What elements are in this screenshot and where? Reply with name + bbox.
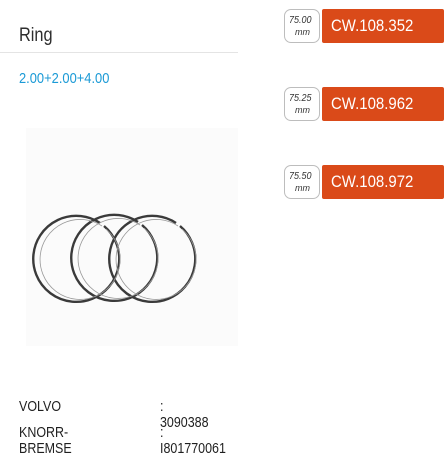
size-unit: mm (295, 27, 310, 37)
size-value: 75.50 (289, 171, 312, 182)
product-code: CW.108.352 (331, 16, 414, 35)
ring-middle (70, 213, 159, 302)
reference-name: VOLVO (19, 399, 62, 415)
reference-number: : I801770061 (160, 425, 226, 457)
product-spec: 2.00+2.00+4.00 (19, 70, 110, 87)
product-code-button[interactable]: CW.108.352 (322, 9, 444, 43)
size-tag: 75.00 mm (284, 9, 320, 43)
size-unit: mm (295, 183, 310, 193)
size-value: 75.25 (289, 93, 312, 104)
product-code: CW.108.972 (331, 172, 414, 191)
product-code-button[interactable]: CW.108.972 (322, 165, 444, 199)
reference-name: KNORR-BREMSE (19, 425, 72, 457)
product-code: CW.108.962 (331, 94, 414, 113)
variant-row[interactable]: 75.25 mm CW.108.962 (284, 87, 446, 121)
ring-right (108, 214, 197, 303)
product-code-button[interactable]: CW.108.962 (322, 87, 444, 121)
size-tag: 75.50 mm (284, 165, 320, 199)
piston-rings-illustration (32, 213, 197, 303)
size-value: 75.00 (289, 15, 312, 26)
product-title-box: Ring (0, 0, 238, 53)
variant-row[interactable]: 75.00 mm CW.108.352 (284, 9, 446, 43)
size-unit: mm (295, 105, 310, 115)
size-tag: 75.25 mm (284, 87, 320, 121)
variant-row[interactable]: 75.50 mm CW.108.972 (284, 165, 446, 199)
product-title: Ring (19, 25, 53, 46)
ring-left (32, 214, 121, 303)
product-image (26, 128, 238, 346)
